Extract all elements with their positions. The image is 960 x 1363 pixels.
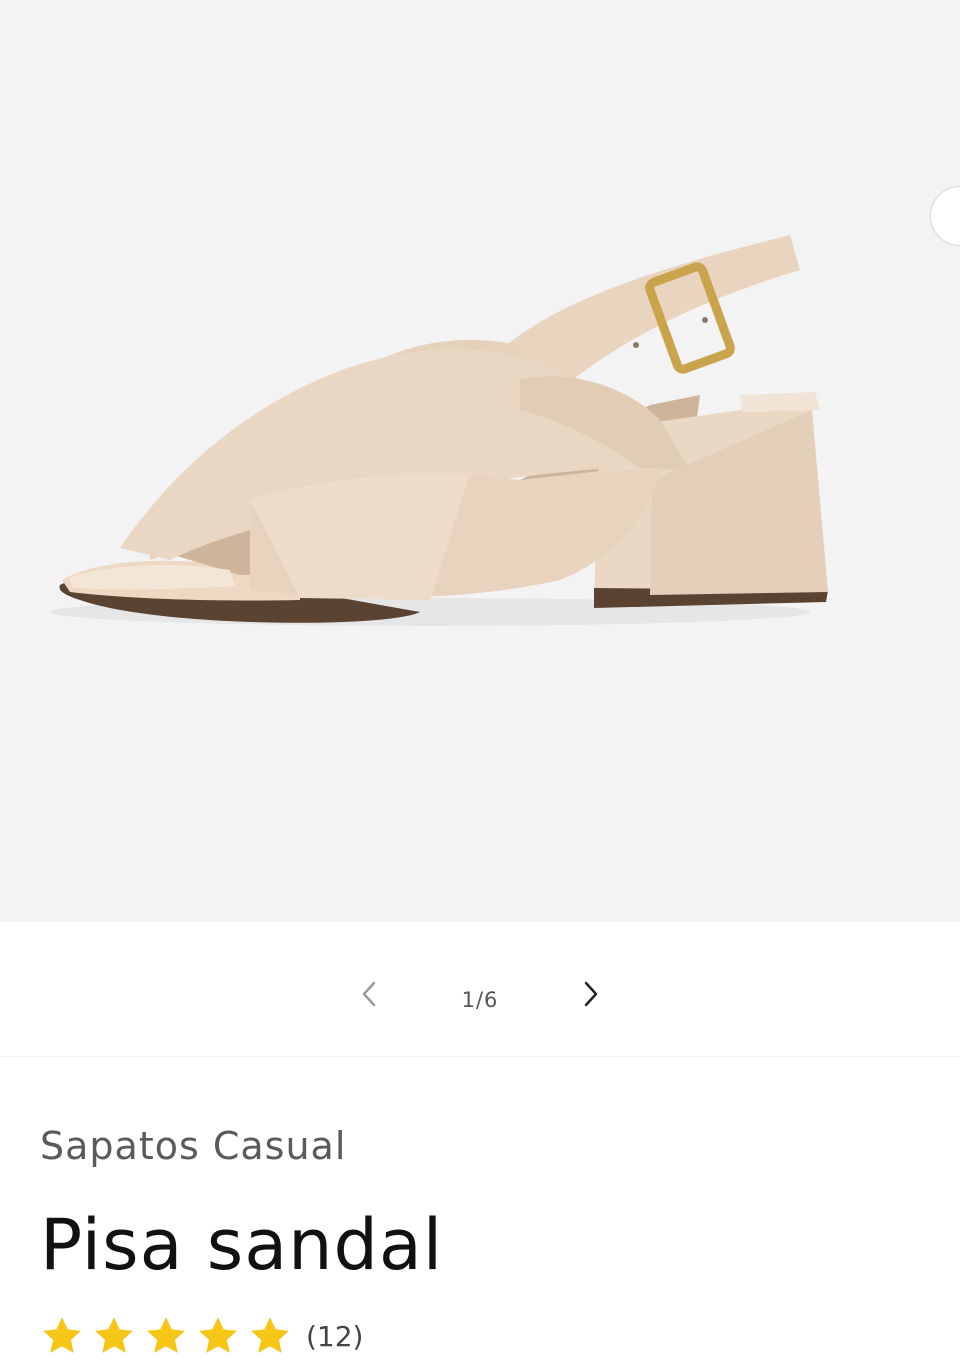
star-icon [199, 1317, 237, 1353]
slide-counter-separator: / [475, 988, 485, 1012]
product-info: Sapatos Casual Pisa sandal (12) [40, 1120, 920, 1358]
star-icon [251, 1317, 289, 1353]
slide-counter-current: 1 [461, 988, 476, 1012]
chevron-left-icon [362, 981, 376, 1007]
review-count[interactable]: (12) [306, 1320, 363, 1353]
previous-image-button[interactable] [350, 974, 390, 1014]
slider-controls: 1/6 [0, 922, 960, 1057]
star-icon [43, 1317, 81, 1353]
product-gallery[interactable] [0, 0, 960, 922]
product-title: Pisa sandal [40, 1204, 444, 1286]
product-rating[interactable]: (12) [40, 1314, 920, 1358]
product-image[interactable] [0, 0, 960, 922]
chevron-right-icon [584, 981, 598, 1007]
star-icon [95, 1317, 133, 1353]
product-page: 1/6 Sapatos Casual Pisa sandal (12) [0, 0, 960, 1363]
product-vendor[interactable]: Sapatos Casual [40, 1120, 920, 1172]
slide-counter-total: 6 [484, 988, 499, 1012]
next-image-arrow[interactable] [570, 974, 610, 1014]
slide-counter: 1/6 [430, 988, 530, 1012]
star-icon [147, 1317, 185, 1353]
